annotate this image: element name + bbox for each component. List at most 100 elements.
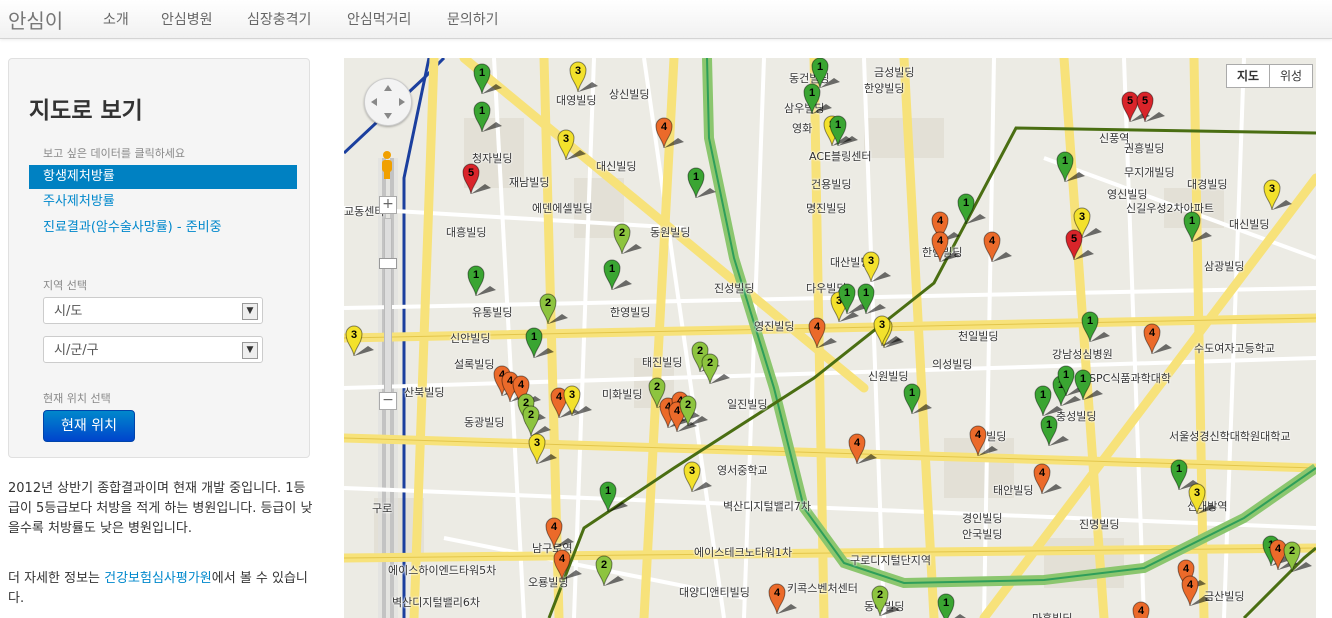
current-location-button[interactable]: 현재 위치 — [43, 410, 135, 442]
hospital-marker[interactable]: 2 — [538, 292, 568, 325]
hospital-marker[interactable]: 4 — [968, 424, 998, 457]
brand-logo[interactable]: 안심이 — [8, 5, 63, 34]
hospital-marker[interactable]: 1 — [1169, 458, 1199, 491]
hospital-marker[interactable]: 2 — [1282, 540, 1312, 573]
hospital-marker[interactable]: 4 — [982, 230, 1012, 263]
info-more-prefix: 더 자세한 정보는 — [8, 571, 105, 586]
pan-control[interactable] — [364, 78, 412, 126]
map-pin-icon: 2 — [701, 353, 730, 385]
zoom-in-button[interactable]: + — [379, 196, 397, 214]
hospital-marker[interactable]: 3 — [682, 460, 712, 493]
map-type-satellite-button[interactable]: 위성 — [1269, 64, 1313, 88]
hospital-marker[interactable]: 3 — [568, 60, 598, 93]
nav-item-defibrillator[interactable]: 심장충격기 — [247, 9, 311, 29]
map-place-label: 대양디앤티빌딩 — [679, 586, 750, 599]
hospital-marker[interactable]: 4 — [1180, 574, 1210, 607]
hospital-marker[interactable]: 4 — [1131, 600, 1151, 618]
map-place-label: ACE블링센터 — [809, 150, 872, 163]
hospital-marker[interactable]: 1 — [524, 326, 554, 359]
svg-text:4: 4 — [937, 235, 944, 247]
hospital-marker[interactable]: 4 — [1142, 322, 1172, 355]
hospital-marker[interactable]: 2 — [678, 394, 708, 427]
hospital-marker[interactable]: 1 — [466, 264, 496, 297]
nav-item-safe-hospital[interactable]: 안심병원 — [161, 9, 213, 29]
hospital-marker[interactable]: 4 — [654, 116, 684, 149]
hospital-marker[interactable]: 5 — [1135, 90, 1165, 123]
street-view-pegman-icon[interactable] — [380, 150, 394, 180]
map-pin-icon: 1 — [857, 283, 886, 315]
hospital-marker[interactable]: 1 — [686, 166, 716, 199]
zoom-slider-handle[interactable] — [379, 258, 397, 269]
hospital-marker[interactable]: 3 — [344, 324, 374, 357]
nav-item-intro[interactable]: 소개 — [103, 9, 129, 29]
map-pin-icon: 3 — [873, 315, 902, 347]
svg-text:1: 1 — [1176, 463, 1182, 475]
hospital-marker[interactable]: 2 — [594, 554, 624, 587]
hospital-marker[interactable]: 1 — [602, 258, 632, 291]
region-label: 지역 선택 — [43, 279, 87, 292]
hospital-marker[interactable]: 4 — [767, 582, 797, 615]
map-pin-icon: 4 — [1132, 601, 1150, 618]
hospital-marker[interactable]: 5 — [1064, 228, 1094, 261]
hira-link[interactable]: 건강보험심사평가원 — [104, 571, 212, 586]
hospital-marker[interactable]: 3 — [556, 128, 586, 161]
map-type-map-button[interactable]: 지도 — [1226, 64, 1270, 88]
svg-text:3: 3 — [1194, 487, 1200, 499]
zoom-out-button[interactable]: − — [379, 392, 397, 410]
hospital-marker[interactable]: 1 — [828, 114, 858, 147]
hospital-marker[interactable]: 1 — [936, 592, 966, 618]
hospital-marker[interactable]: 1 — [1073, 368, 1103, 401]
hospital-marker[interactable]: 3 — [1187, 482, 1217, 515]
hospital-marker[interactable]: 5 — [461, 162, 491, 195]
data-item-cancer-mortality[interactable]: 진료결과(암수술사망률) - 준비중 — [29, 216, 297, 240]
hospital-marker[interactable]: 3 — [562, 384, 592, 417]
hospital-marker[interactable]: 1 — [598, 480, 628, 513]
hospital-marker[interactable]: 4 — [552, 548, 582, 581]
hospital-marker[interactable]: 1 — [837, 282, 867, 315]
hospital-marker[interactable]: 3 — [872, 314, 902, 347]
hospital-marker[interactable]: 1 — [902, 382, 932, 415]
svg-text:3: 3 — [534, 437, 540, 449]
map-pin-icon: 3 — [563, 385, 592, 417]
hospital-marker[interactable]: 1 — [472, 100, 502, 133]
hospital-marker[interactable]: 1 — [1039, 414, 1069, 447]
svg-text:1: 1 — [1040, 389, 1046, 401]
map-pin-icon: 4 — [969, 425, 998, 457]
data-item-injection[interactable]: 주사제처방률 — [29, 190, 297, 214]
hospital-marker[interactable]: 1 — [472, 62, 502, 95]
map-place-label: 의성빌딩 — [932, 358, 973, 371]
map-place-label: 건용빌딩 — [811, 178, 852, 191]
hospital-marker[interactable]: 2 — [700, 352, 730, 385]
svg-text:4: 4 — [1138, 605, 1145, 617]
hospital-marker[interactable]: 4 — [1032, 462, 1062, 495]
hospital-marker[interactable]: 1 — [1080, 310, 1110, 343]
hospital-marker[interactable]: 1 — [856, 282, 886, 315]
map-view[interactable]: 동건빌딩 금성빌딩 대영빌딩 상신빌딩 한양빌딩 삼우빌딩 영화 신풍역 권흥빌딩 청자빌딩 대신빌… — [344, 58, 1316, 618]
hospital-marker[interactable]: 3 — [1262, 178, 1292, 211]
hospital-marker[interactable]: 1 — [802, 82, 832, 115]
province-select[interactable]: 시/도 ▼ — [43, 297, 263, 324]
hospital-marker[interactable]: 2 — [612, 222, 642, 255]
map-pin-icon: 1 — [473, 63, 502, 95]
hospital-marker[interactable]: 2 — [870, 584, 900, 617]
nav-item-contact[interactable]: 문의하기 — [447, 9, 499, 29]
data-prompt-label: 보고 싶은 데이터를 클릭하세요 — [43, 147, 186, 160]
map-place-label: 영서중학교 — [717, 464, 768, 477]
hospital-marker[interactable]: 4 — [930, 230, 960, 263]
city-select[interactable]: 시/군/구 ▼ — [43, 336, 263, 363]
svg-text:4: 4 — [661, 121, 668, 133]
hospital-marker[interactable]: 4 — [544, 516, 574, 549]
hospital-marker[interactable]: 4 — [847, 432, 877, 465]
nav-item-safe-food[interactable]: 안심먹거리 — [347, 9, 411, 29]
hospital-marker[interactable]: 1 — [1055, 150, 1085, 183]
hospital-marker[interactable]: 3 — [861, 250, 891, 283]
map-pin-icon: 1 — [603, 259, 632, 291]
map-place-label: 경인빌딩 — [962, 512, 1003, 525]
hospital-marker[interactable]: 1 — [1182, 210, 1212, 243]
hospital-marker[interactable]: 1 — [1033, 384, 1063, 417]
hospital-marker[interactable]: 4 — [807, 316, 837, 349]
svg-text:2: 2 — [707, 357, 713, 369]
hospital-marker[interactable]: 3 — [527, 432, 557, 465]
zoom-slider-track[interactable] — [384, 218, 392, 400]
data-item-antibiotics[interactable]: 항생제처방률 — [29, 165, 297, 189]
